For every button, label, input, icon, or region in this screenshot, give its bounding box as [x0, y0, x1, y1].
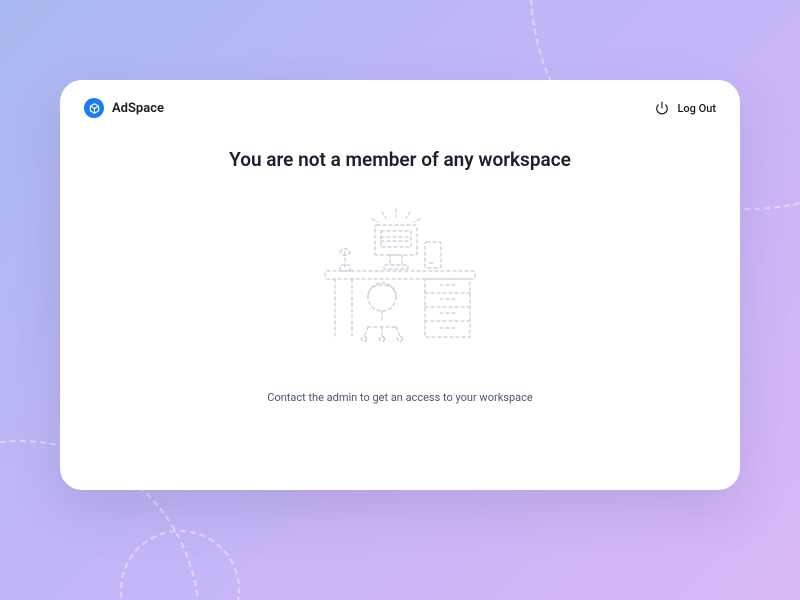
card-header: AdSpace Log Out	[60, 80, 740, 136]
empty-state-title: You are not a member of any workspace	[229, 148, 571, 171]
brand-logo-icon	[84, 98, 104, 118]
brand-name: AdSpace	[112, 101, 164, 116]
logout-button[interactable]: Log Out	[655, 101, 716, 115]
logout-label: Log Out	[677, 102, 716, 115]
brand[interactable]: AdSpace	[84, 98, 164, 118]
power-icon	[655, 101, 669, 115]
card-body: You are not a member of any workspace	[60, 136, 740, 490]
empty-state-card: AdSpace Log Out You are not a member of …	[60, 80, 740, 490]
desk-illustration	[290, 197, 510, 361]
background-decoration	[120, 530, 240, 600]
empty-state-subtitle: Contact the admin to get an access to yo…	[267, 391, 532, 404]
